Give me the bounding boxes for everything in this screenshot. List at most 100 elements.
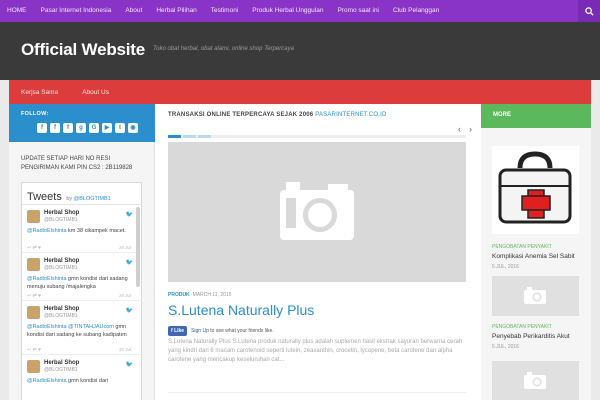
tweet-author[interactable]: Herbal Shop bbox=[44, 258, 79, 264]
slider-indicator[interactable] bbox=[183, 135, 196, 138]
left-sidebar: FOLLOW: f f f g G ▶ t ◉ UPDATE SETIAP HA… bbox=[9, 104, 155, 400]
tweet-text: @RadioElshinta gmn kondisi dari sadang m… bbox=[27, 275, 137, 291]
youtube-icon[interactable]: ▶ bbox=[102, 123, 112, 133]
subnav-item-about-us[interactable]: About Us bbox=[70, 89, 121, 96]
chevron-right-icon[interactable]: › bbox=[469, 124, 472, 134]
camera-icon bbox=[524, 287, 546, 304]
featured-image[interactable] bbox=[168, 142, 466, 282]
tweet-item: Herbal Shop @BLOGTIMB1 🐦 @RadioElshinta … bbox=[22, 355, 141, 400]
post-thumbnail[interactable] bbox=[492, 276, 579, 316]
tweet-mention[interactable]: @RadioElshinta bbox=[27, 228, 67, 234]
tweets-scrollbar[interactable] bbox=[136, 207, 140, 287]
tweet-handle[interactable]: @BLOGTIMB1 bbox=[44, 265, 78, 271]
section-heading: TRANSAKSI ONLINE TERPERCAYA SEJAK 2006 P… bbox=[168, 112, 387, 118]
site-tagline: Toko obat herbal, obat alami, online sho… bbox=[153, 46, 294, 52]
nav-item-promo[interactable]: Promo saat ini bbox=[330, 0, 386, 22]
twitter-widget: Tweets by @BLOGTIMB1 Herbal Shop @BLOGTI… bbox=[21, 182, 142, 400]
tweet-mention[interactable]: @RadioElshinta bbox=[27, 276, 67, 282]
facebook-like-button[interactable]: f Like bbox=[168, 326, 188, 336]
post-title[interactable]: S.Lutena Naturally Plus bbox=[168, 302, 314, 318]
avatar[interactable] bbox=[27, 210, 40, 223]
facebook-like-suffix: to see what your friends like. bbox=[208, 328, 274, 334]
rss-icon[interactable]: ◉ bbox=[128, 123, 138, 133]
post-date: 5 JUL, 2016 bbox=[492, 344, 519, 350]
google-plus-icon[interactable]: G bbox=[89, 123, 99, 133]
section-heading-text: TRANSAKSI ONLINE TERPERCAYA SEJAK 2006 bbox=[168, 112, 314, 118]
subnav-item-kerjasama[interactable]: Kerjsa Sama bbox=[9, 89, 70, 96]
search-icon bbox=[584, 6, 594, 16]
twitter-bird-icon: 🐦 bbox=[125, 212, 133, 218]
twitter-icon[interactable]: t bbox=[115, 123, 125, 133]
post-title[interactable]: Komplikasi Anemia Sel Sabit bbox=[492, 253, 575, 260]
tweet-actions[interactable]: ↩ ⇄ ♥ bbox=[27, 347, 41, 353]
section-site-link[interactable]: PASARINTERNET.CO.ID bbox=[315, 112, 386, 118]
nav-item-testimoni[interactable]: Testimoni bbox=[204, 0, 245, 22]
secondary-nav: Kerjsa Sama About Us bbox=[9, 80, 591, 104]
site-header: Official Website Toko obat herbal, obat … bbox=[0, 22, 600, 80]
facebook-signup-link[interactable]: Sign Up bbox=[191, 328, 209, 334]
tweet-handle[interactable]: @BLOGTIMB1 bbox=[44, 367, 78, 373]
tweets-by: by @BLOGTIMB1 bbox=[66, 196, 110, 202]
slider-controls: ‹ › bbox=[450, 124, 472, 134]
post-category[interactable]: PRODUK bbox=[168, 292, 190, 298]
right-sidebar: MORE PENGOBATAN PENYAKIT Komplikasi Anem… bbox=[481, 104, 591, 400]
avatar[interactable] bbox=[27, 360, 40, 373]
tweet-mention[interactable]: @RadioElshinta bbox=[27, 378, 67, 384]
nav-item-herbal-pilihan[interactable]: Herbal Pilihan bbox=[149, 0, 203, 22]
tweet-author[interactable]: Herbal Shop bbox=[44, 306, 79, 312]
tweets-by-word: by bbox=[66, 196, 73, 202]
top-nav: HOME Pasar Internet Indonesia About Herb… bbox=[0, 0, 600, 22]
facebook-like-text: Sign Up to see what your friends like. bbox=[191, 328, 274, 334]
facebook-like-label: Like bbox=[174, 328, 185, 334]
post-category[interactable]: PENGOBATAN PENYAKIT bbox=[492, 324, 552, 330]
slider-indicator[interactable] bbox=[168, 135, 181, 138]
tweet-actions[interactable]: ↩ ⇄ ♥ bbox=[27, 245, 41, 251]
chevron-left-icon[interactable]: ‹ bbox=[458, 124, 461, 134]
nav-item-home[interactable]: HOME bbox=[0, 0, 34, 22]
google-plus-icon[interactable]: g bbox=[76, 123, 86, 133]
avatar[interactable] bbox=[27, 258, 40, 271]
tweet-author[interactable]: Herbal Shop bbox=[44, 360, 79, 366]
post-title[interactable]: Penyebab Perikarditis Akut bbox=[492, 333, 570, 340]
post-date: MARCH 11, 2015 bbox=[192, 292, 232, 298]
facebook-icon[interactable]: f bbox=[37, 123, 47, 133]
tweets-handle-link[interactable]: @BLOGTIMB1 bbox=[74, 196, 111, 202]
tweet-time[interactable]: 20 Jul bbox=[119, 245, 131, 250]
tweet-text: @RadioElshinta @TINTAHJAUcom gmn kondisi… bbox=[27, 323, 137, 339]
facebook-icon[interactable]: f bbox=[63, 123, 73, 133]
tweet-handle[interactable]: @BLOGTIMB1 bbox=[44, 313, 78, 319]
slider-divider bbox=[168, 135, 466, 138]
update-notice: UPDATE SETIAP HARI NO RESI PENGIRIMAN KA… bbox=[21, 156, 133, 171]
post-excerpt: S.Lutena Naturally Plus S.Lutena produk … bbox=[168, 339, 463, 363]
tweet-time[interactable]: 20 Jul bbox=[119, 293, 131, 298]
camera-icon bbox=[524, 372, 546, 389]
twitter-bird-icon: 🐦 bbox=[125, 260, 133, 266]
post-thumbnail[interactable] bbox=[492, 361, 579, 400]
post-separator bbox=[168, 392, 466, 393]
nav-item-pasar-internet[interactable]: Pasar Internet Indonesia bbox=[34, 0, 119, 22]
search-button[interactable] bbox=[578, 0, 600, 22]
social-links: f f f g G ▶ t ◉ bbox=[37, 123, 138, 133]
tweet-body: km 38 cikampek macet. bbox=[66, 228, 126, 234]
tweet-handle[interactable]: @BLOGTIMB1 bbox=[44, 217, 78, 223]
post-thumbnail[interactable] bbox=[492, 146, 579, 234]
tweet-mention[interactable]: @RadioElshinta @TINTAHJAUcom bbox=[27, 324, 114, 330]
avatar[interactable] bbox=[27, 306, 40, 319]
tweet-item: Herbal Shop @BLOGTIMB1 🐦 @RadioElshinta … bbox=[22, 253, 141, 301]
tweet-author[interactable]: Herbal Shop bbox=[44, 210, 79, 216]
tweet-actions[interactable]: ↩ ⇄ ♥ bbox=[27, 293, 41, 299]
first-aid-kit-icon bbox=[498, 151, 572, 224]
nav-item-about[interactable]: About bbox=[118, 0, 149, 22]
slider-indicator[interactable] bbox=[198, 135, 211, 138]
tweet-item: Herbal Shop @BLOGTIMB1 🐦 @RadioElshinta … bbox=[22, 301, 141, 355]
tweet-item: Herbal Shop @BLOGTIMB1 🐦 @RadioElshinta … bbox=[22, 205, 141, 253]
post-category[interactable]: PENGOBATAN PENYAKIT bbox=[492, 244, 552, 250]
tweet-text: @RadioElshinta gmn kondisi dari bbox=[27, 377, 137, 385]
nav-item-club[interactable]: Club Pelanggan bbox=[386, 0, 446, 22]
tweet-time[interactable]: 20 Jul bbox=[119, 347, 131, 352]
nav-item-produk-herbal[interactable]: Produk Herbal Unggulan bbox=[245, 0, 330, 22]
facebook-icon[interactable]: f bbox=[50, 123, 60, 133]
twitter-bird-icon: 🐦 bbox=[125, 308, 133, 314]
tweets-title: Tweets bbox=[27, 191, 62, 203]
site-title[interactable]: Official Website bbox=[21, 40, 145, 60]
